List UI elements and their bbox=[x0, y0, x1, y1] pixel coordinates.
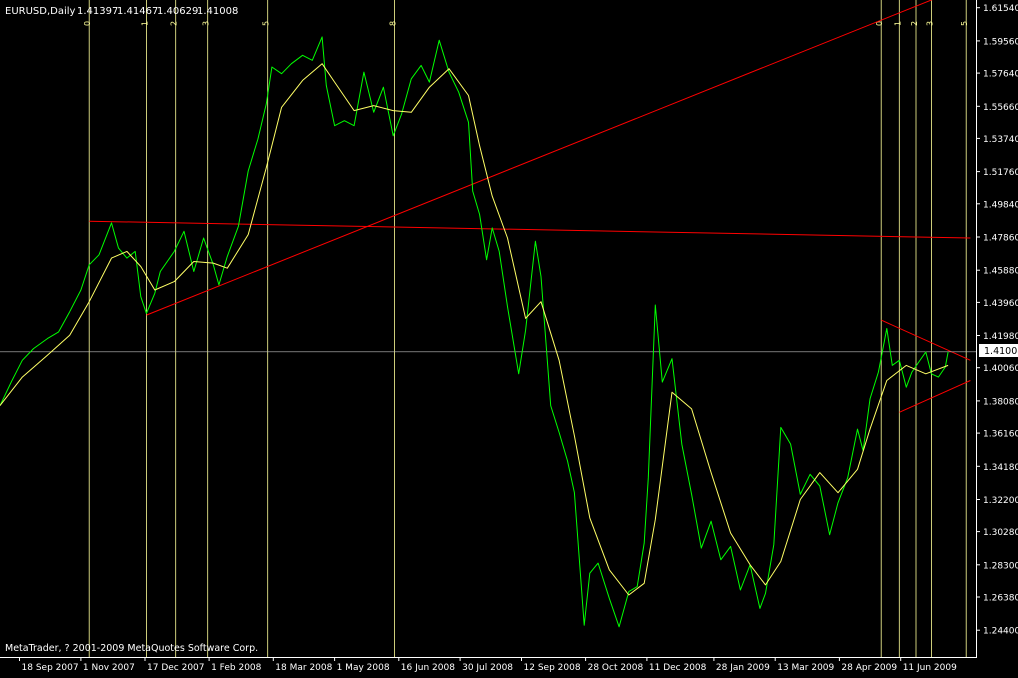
cycle-label-2: 2 bbox=[170, 21, 179, 26]
header-open: 1.41397 bbox=[77, 6, 118, 17]
trendline-0[interactable] bbox=[146, 0, 948, 316]
header-high: 1.41467 bbox=[117, 6, 158, 17]
x-tick-label-14: 11 Jun 2009 bbox=[903, 663, 957, 673]
series bbox=[0, 36, 949, 628]
y-tick-label-4: 1.53740 bbox=[983, 135, 1018, 145]
cycle-label-5: 8 bbox=[389, 21, 398, 26]
x-tick-label-7: 30 Jul 2008 bbox=[462, 663, 513, 673]
header-symbol: EURUSD,Daily bbox=[5, 6, 76, 17]
header-low: 1.40629 bbox=[157, 6, 198, 17]
y-tick-label-16: 1.30280 bbox=[983, 528, 1018, 538]
x-tick-label-1: 1 Nov 2007 bbox=[83, 663, 135, 673]
trendline-1[interactable] bbox=[89, 220, 971, 239]
chart-window[interactable]: 01235801235 1.61540 1.59560 1.57640 1.55660… bbox=[0, 0, 1018, 674]
cycle-label-1: 1 bbox=[140, 21, 149, 26]
y-tick-label-17: 1.28300 bbox=[983, 561, 1018, 571]
y-tick-label-14: 1.34180 bbox=[983, 463, 1018, 473]
cycle-label-8: 2 bbox=[910, 21, 919, 26]
x-tick-label-5: 1 May 2008 bbox=[337, 663, 390, 673]
y-tick-label-7: 1.47860 bbox=[983, 234, 1018, 244]
cycle-label-3: 3 bbox=[202, 21, 211, 26]
price-chart[interactable]: 01235801235 1.615401.595601.576401.55660… bbox=[0, 0, 1018, 674]
x-tick-label-9: 28 Oct 2008 bbox=[588, 663, 644, 673]
y-tick-label-10: 1.41980 bbox=[983, 332, 1018, 342]
cycle-label-4: 5 bbox=[262, 21, 271, 26]
y-tick-label-11: 1.40060 bbox=[983, 364, 1018, 374]
trendline-3[interactable] bbox=[899, 380, 971, 413]
x-tick-label-11: 28 Jan 2009 bbox=[716, 663, 770, 673]
y-tick-label-13: 1.36160 bbox=[983, 430, 1018, 440]
y-tick-label-15: 1.32200 bbox=[983, 496, 1018, 506]
y-tick-label-12: 1.38080 bbox=[983, 397, 1018, 407]
y-tick-label-3: 1.55660 bbox=[983, 103, 1018, 113]
y-tick-label-0: 1.61540 bbox=[983, 4, 1018, 14]
x-tick-label-13: 28 Apr 2009 bbox=[841, 663, 897, 673]
header-close: 1.41008 bbox=[197, 6, 238, 17]
x-tick-label-3: 1 Feb 2008 bbox=[211, 663, 262, 673]
x-tick-label-8: 12 Sep 2008 bbox=[524, 663, 581, 673]
y-tick-label-18: 1.26380 bbox=[983, 594, 1018, 604]
axes: 1.61540 1.59560 1.57640 1.55660 1.53740 1.517… bbox=[0, 0, 1018, 673]
x-tick-label-2: 17 Dec 2007 bbox=[147, 663, 205, 673]
trendline-2[interactable] bbox=[880, 319, 971, 361]
x-tick-label-10: 11 Dec 2008 bbox=[649, 663, 707, 673]
price-label: 1.41008 bbox=[984, 346, 1018, 357]
y-tick-label-19: 1.24400 bbox=[983, 627, 1018, 637]
x-tick-label-0: 18 Sep 2007 bbox=[22, 663, 79, 673]
y-tick-label-6: 1.49840 bbox=[983, 200, 1018, 210]
y-tick-label-2: 1.57640 bbox=[983, 70, 1018, 80]
trendlines bbox=[89, 0, 971, 413]
moving-average-line bbox=[0, 63, 949, 596]
copyright-text: MetaTrader, ? 2001-2009 MetaQuotes Softw… bbox=[5, 643, 258, 654]
y-tick-label-1: 1.59560 bbox=[983, 37, 1018, 47]
x-tick-label-6: 16 Jun 2008 bbox=[401, 663, 455, 673]
cycle-label-10: 5 bbox=[960, 21, 969, 26]
cycle-label-0: 0 bbox=[83, 21, 92, 26]
cycle-label-7: 1 bbox=[893, 21, 902, 26]
x-tick-label-12: 13 Mar 2009 bbox=[777, 663, 834, 673]
y-tick-label-9: 1.43960 bbox=[983, 299, 1018, 309]
y-tick-label-5: 1.51760 bbox=[983, 168, 1018, 178]
x-tick-label-4: 18 Mar 2008 bbox=[275, 663, 332, 673]
cycle-label-9: 3 bbox=[925, 21, 934, 26]
price-series-line bbox=[0, 36, 949, 628]
y-tick-label-8: 1.45880 bbox=[983, 267, 1018, 277]
